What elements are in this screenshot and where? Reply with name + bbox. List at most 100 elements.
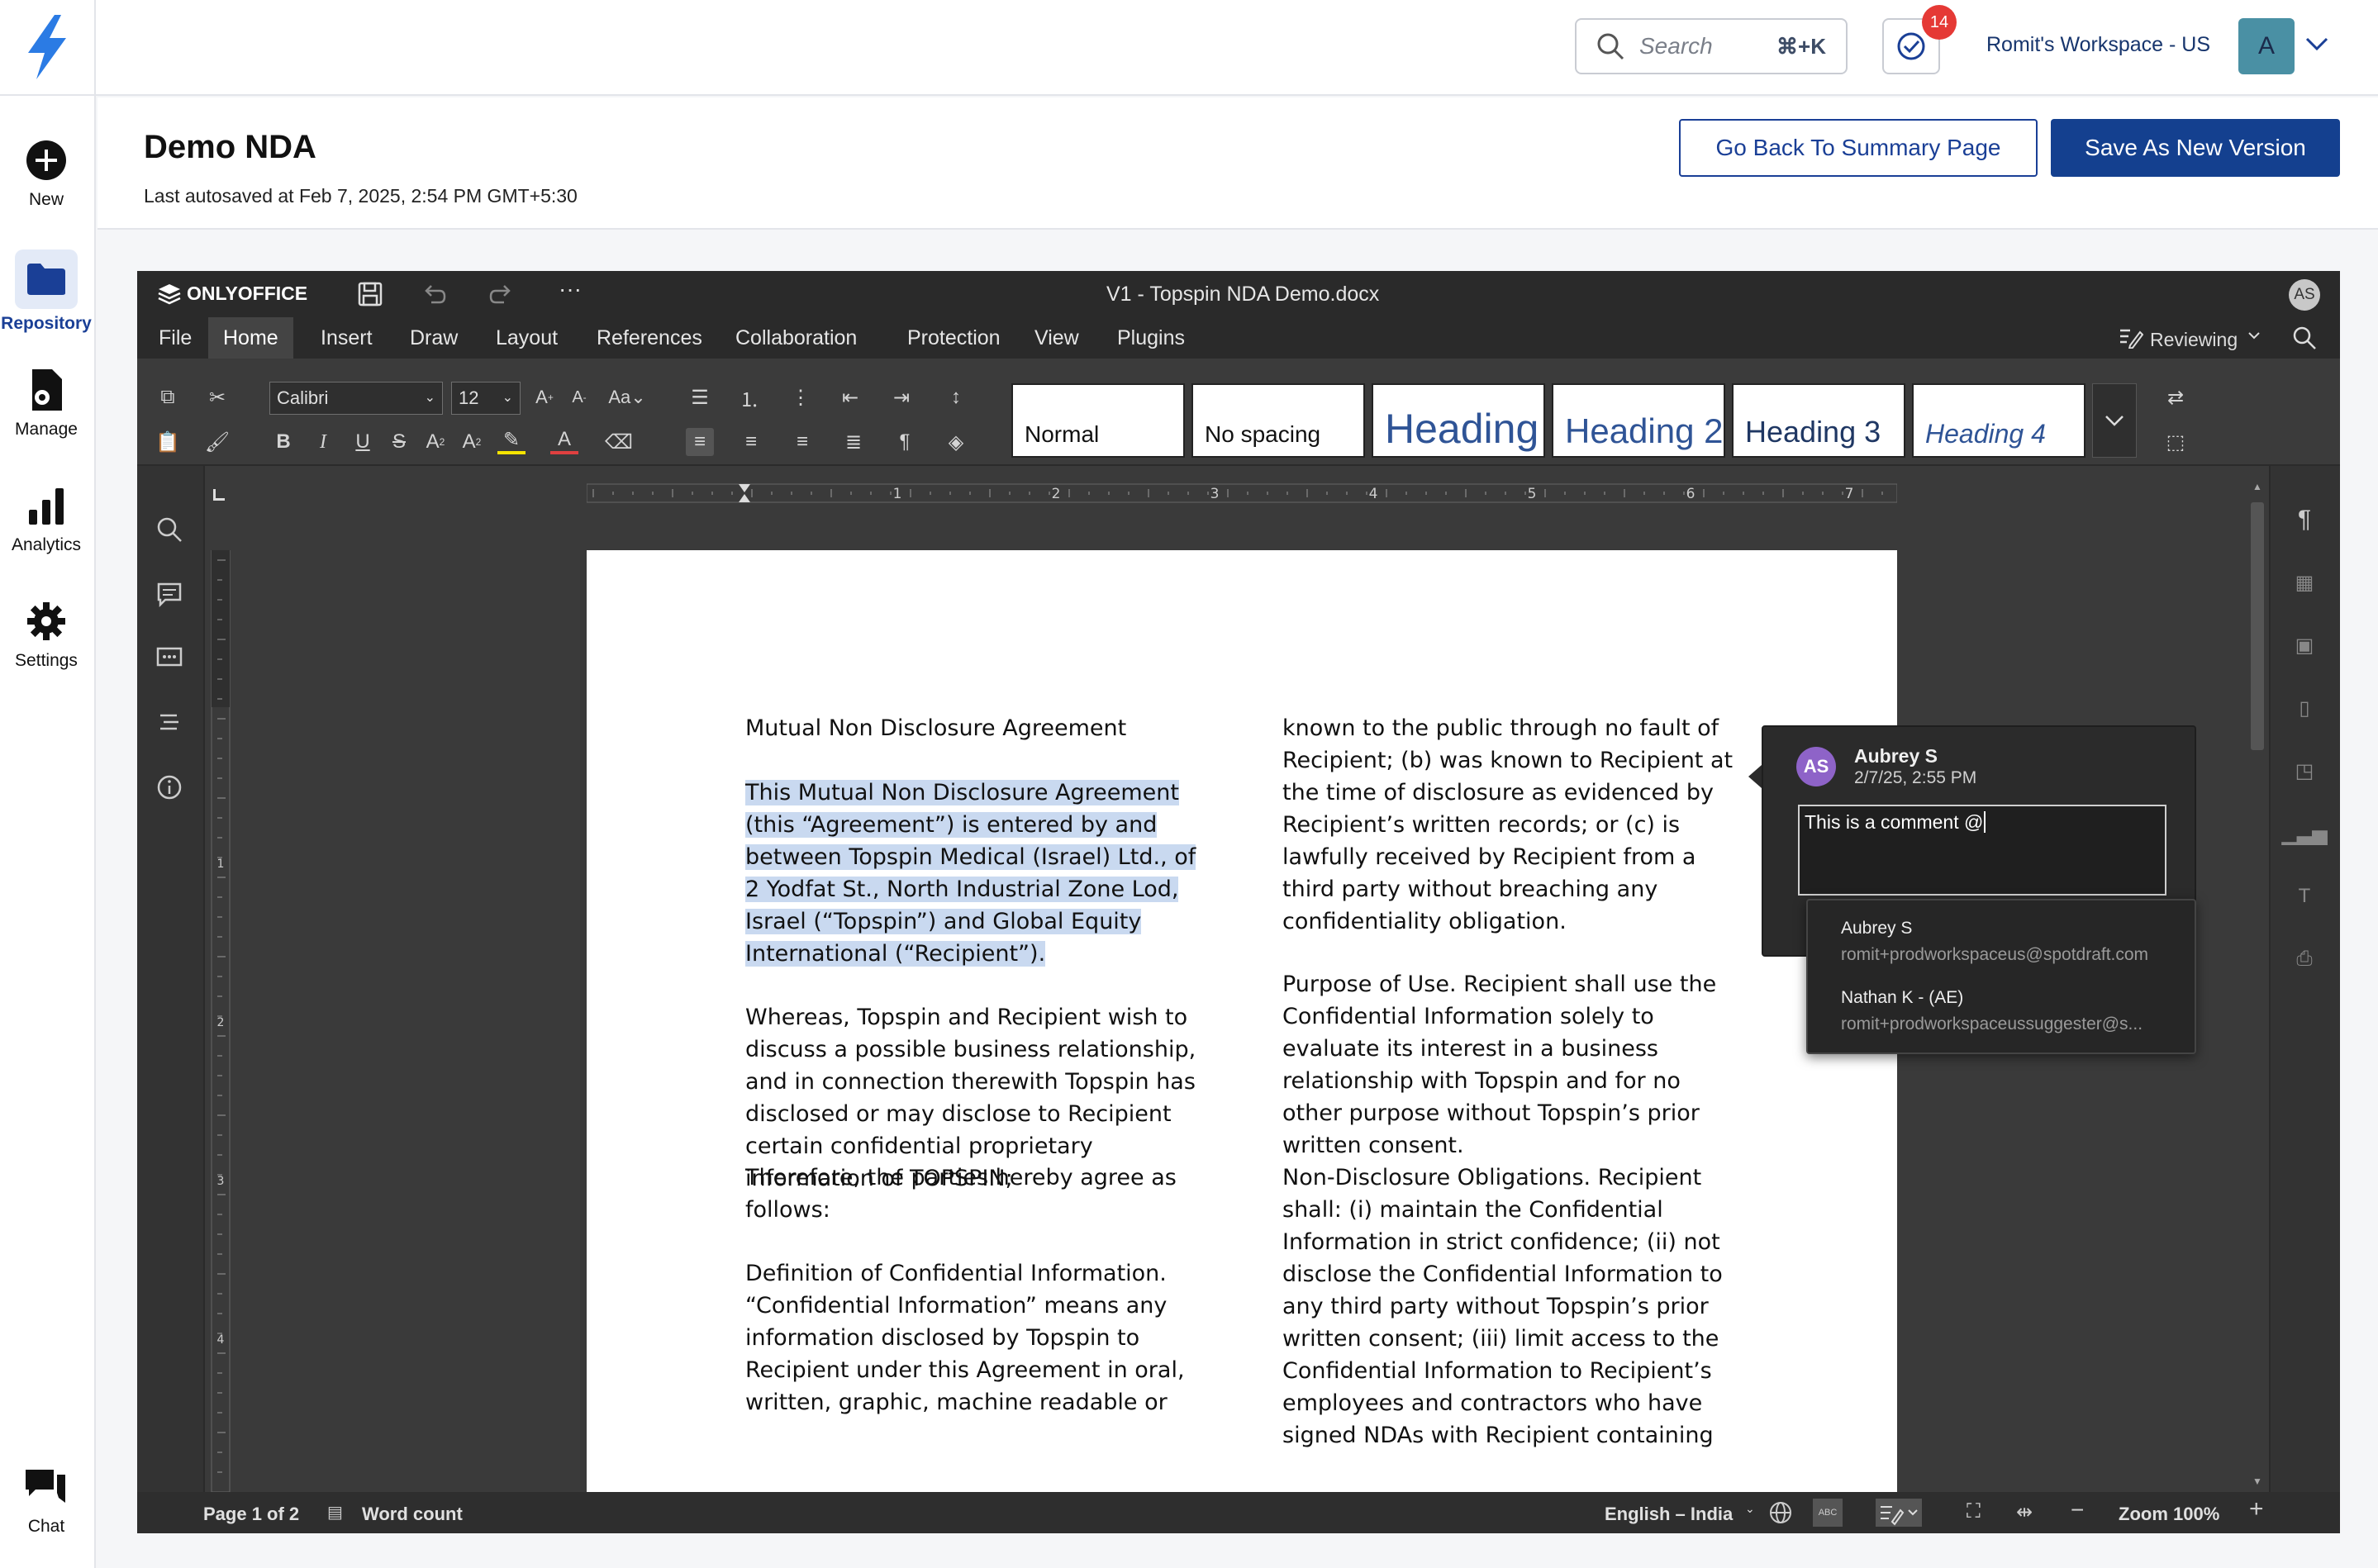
chart-settings-icon[interactable]: ▁▃▅ [2281,820,2327,848]
tab-references[interactable]: References [582,317,717,359]
fit-page-icon[interactable]: ⛶ [1967,1500,1981,1523]
more-options-icon[interactable]: ··· [559,276,582,302]
line-spacing-icon[interactable]: ↕ [942,383,970,411]
font-size-select[interactable]: 12 ⌄ [451,382,521,415]
tab-file[interactable]: File [144,317,207,359]
text-art-icon[interactable]: T [2290,882,2319,910]
vertical-ruler[interactable]: 1 2 3 4 [210,550,231,1492]
highlight-color-icon[interactable]: ✎ [497,428,526,454]
save-new-version-button[interactable]: Save As New Version [2051,119,2340,177]
header-footer-icon[interactable]: ▯ [2290,694,2319,722]
styles-expand-button[interactable] [2092,383,2137,458]
fit-width-icon[interactable]: ⇹ [2016,1500,2033,1524]
nav-repository[interactable]: Repository [0,249,93,334]
align-center-icon[interactable]: ≡ [737,428,765,456]
language-select[interactable]: English – India [1605,1504,1733,1525]
numbered-list-icon[interactable]: ⒈ [735,383,763,411]
tab-stop-icon[interactable] [213,489,225,501]
nav-analytics[interactable]: Analytics [0,481,93,555]
tab-plugins[interactable]: Plugins [1102,317,1200,359]
tab-view[interactable]: View [1020,317,1094,359]
doc-paragraph[interactable]: Purpose of Use. Recipient shall use the … [1282,968,1745,1162]
style-heading-3[interactable]: Heading 3 [1732,383,1905,458]
shading-icon[interactable]: ◈ [942,428,970,456]
undo-icon[interactable] [421,283,446,306]
style-heading-1[interactable]: Heading 1 [1372,383,1545,458]
increase-indent-icon[interactable]: ⇥ [887,383,916,411]
doc-paragraph[interactable]: Therefore, the parties hereby agree as f… [745,1162,1208,1226]
scroll-down-icon[interactable]: ▼ [2252,1475,2262,1490]
style-heading-4[interactable]: Heading 4 [1912,383,2086,458]
global-search[interactable]: Search ⌘+K [1575,18,1848,74]
doc-heading[interactable]: Mutual Non Disclosure Agreement [745,712,1208,744]
table-settings-icon[interactable]: ▦ [2290,568,2319,596]
multilevel-list-icon[interactable]: ⋮ [787,383,815,411]
workspace-name[interactable]: Romit's Workspace - US [1986,33,2210,57]
superscript-icon[interactable]: A2 [421,428,449,456]
style-normal[interactable]: Normal [1011,383,1185,458]
doc-paragraph[interactable]: known to the public through no fault of … [1282,712,1745,938]
tab-home[interactable]: Home [208,317,293,359]
zoom-level[interactable]: Zoom 100% [2119,1504,2219,1525]
navigation-icon[interactable] [155,709,183,737]
justify-icon[interactable]: ≣ [839,428,868,456]
style-heading-2[interactable]: Heading 2 [1552,383,1725,458]
nonprinting-characters-icon[interactable]: ¶ [891,428,919,456]
align-left-icon[interactable]: ≡ [686,428,714,456]
chevron-down-icon[interactable] [2247,330,2261,340]
selected-text[interactable]: This Mutual Non Disclosure Agreement (th… [745,780,1196,967]
search-icon[interactable] [155,516,183,544]
mention-option[interactable]: Nathan K - (AE) romit+prodworkspaceussug… [1841,988,2180,1034]
replace-icon[interactable]: ⇄ [2162,383,2190,411]
image-settings-icon[interactable]: ▣ [2290,631,2319,659]
select-icon[interactable]: ⬚ [2162,428,2190,456]
chevron-down-icon[interactable] [2304,36,2329,53]
nav-settings[interactable]: Settings [0,596,93,671]
copy-icon[interactable]: ⧉ [154,383,182,411]
save-icon[interactable] [357,281,383,307]
scrollbar-thumb[interactable] [2251,502,2264,750]
italic-icon[interactable]: I [309,428,337,456]
comments-icon[interactable] [155,580,183,608]
back-to-summary-button[interactable]: Go Back To Summary Page [1679,119,2038,177]
document-page[interactable]: Mutual Non Disclosure Agreement This Mut… [587,550,1897,1509]
subscript-icon[interactable]: A2 [458,428,486,456]
info-icon[interactable] [155,773,183,801]
horizontal-ruler[interactable]: 1 2 3 4 5 6 7 [587,481,1897,506]
zoom-out-icon[interactable]: − [2071,1497,2084,1523]
nav-manage[interactable]: Manage [0,365,93,440]
bullet-list-icon[interactable]: ☰ [686,383,714,411]
font-family-select[interactable]: Calibri ⌄ [269,382,443,415]
nav-new[interactable]: New [0,135,93,210]
form-settings-icon[interactable]: ⎙ [2290,945,2319,973]
underline-icon[interactable]: U [349,428,377,456]
page-indicator[interactable]: Page 1 of 2 [203,1504,299,1525]
app-logo[interactable] [0,0,96,96]
tab-protection[interactable]: Protection [892,317,1015,359]
increase-font-icon[interactable]: A + [530,383,559,411]
word-count-button[interactable]: Word count [362,1504,463,1525]
mention-option[interactable]: Aubrey S romit+prodworkspaceus@spotdraft… [1841,919,2180,965]
change-case-icon[interactable]: Aa⌄ [605,383,649,411]
scroll-up-icon[interactable]: ▲ [2252,481,2262,496]
nav-chat[interactable]: Chat [0,1462,93,1537]
decrease-indent-icon[interactable]: ⇤ [836,383,864,411]
clear-format-icon[interactable]: ⌫ [605,428,633,456]
reviewing-mode[interactable]: Reviewing [2150,329,2238,351]
font-color-icon[interactable]: A [550,428,578,454]
user-avatar[interactable]: AS [2289,279,2320,311]
zoom-in-icon[interactable]: + [2249,1495,2264,1523]
vertical-scrollbar[interactable]: ▲ ▼ [2249,481,2266,1492]
paragraph-settings-icon[interactable]: ¶ [2290,506,2319,534]
style-no-spacing[interactable]: No spacing [1191,383,1365,458]
cut-icon[interactable]: ✂ [203,383,231,411]
spellcheck-icon[interactable]: ABC [1813,1499,1843,1527]
search-icon[interactable] [2292,325,2317,350]
comment-input[interactable]: This is a comment @ [1798,805,2166,896]
tab-layout[interactable]: Layout [481,317,573,359]
paste-icon[interactable]: 📋 [154,428,182,456]
tab-collaboration[interactable]: Collaboration [721,317,872,359]
tab-insert[interactable]: Insert [306,317,388,359]
doc-paragraph[interactable]: This Mutual Non Disclosure Agreement (th… [745,777,1208,970]
strikethrough-icon[interactable]: S [385,428,413,456]
